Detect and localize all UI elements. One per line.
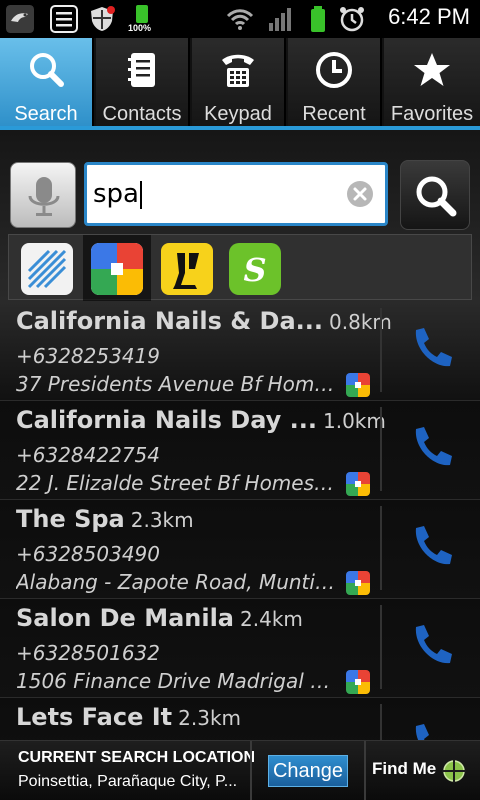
result-address: Alabang - Zapote Road, Muntinlu... — [16, 570, 340, 594]
signal-icon — [269, 8, 291, 31]
wifi-icon — [226, 9, 254, 30]
tab-contacts-label: Contacts — [102, 103, 182, 125]
result-row[interactable]: California Nails & Da... 0.8km +632825341… — [0, 302, 480, 401]
clear-search-button[interactable] — [347, 181, 373, 207]
location-title: CURRENT SEARCH LOCATION — [18, 749, 256, 766]
result-name: Lets Face It — [16, 703, 173, 731]
google-maps-icon[interactable] — [91, 243, 143, 295]
call-phone-icon[interactable] — [404, 421, 458, 475]
tab-recent-label: Recent — [302, 103, 366, 125]
result-name-line: California Nails & Da... 0.8km — [16, 307, 392, 335]
yellow-pages-icon[interactable] — [161, 243, 213, 295]
tab-favorites-label: Favorites — [390, 103, 474, 125]
results-list: California Nails & Da... 0.8km +632825341… — [0, 302, 480, 740]
call-phone-icon[interactable] — [404, 322, 458, 376]
search-input[interactable]: spa — [84, 162, 388, 226]
row-divider — [380, 407, 382, 491]
row-divider — [380, 506, 382, 590]
row-divider — [380, 308, 382, 392]
tab-recent[interactable]: Recent — [288, 38, 382, 130]
row-divider — [380, 704, 382, 740]
star-icon — [414, 53, 450, 86]
battery-icon — [311, 6, 325, 32]
result-name-line: Lets Face It 2.3km — [16, 703, 241, 731]
result-row[interactable]: Salon De Manila 2.4km +6328501632 1506 Fi… — [0, 599, 480, 698]
result-name-line: Salon De Manila 2.4km — [16, 604, 303, 632]
result-address: 37 Presidents Avenue Bf Homes,... — [16, 372, 340, 396]
crosshair-location-icon[interactable] — [441, 758, 467, 784]
battery-percent-label: 100% — [128, 23, 152, 33]
result-distance: 0.8km — [329, 310, 392, 334]
change-location-button[interactable]: Change — [268, 755, 348, 787]
provider-bar: S — [8, 234, 472, 301]
result-address: 22 J. Elizalde Street Bf Homes, P... — [16, 471, 340, 495]
tab-bar: Search Contacts Keypad Recent Favorites — [0, 38, 480, 130]
result-name-line: The Spa 2.3km — [16, 505, 194, 533]
result-name: The Spa — [16, 505, 125, 533]
contacts-book-icon — [128, 53, 155, 87]
search-icon — [30, 53, 64, 87]
find-me-button[interactable]: Find Me — [372, 759, 436, 779]
alarm-icon — [340, 7, 364, 32]
keypad-phone-icon — [222, 54, 254, 87]
clock-icon — [316, 52, 352, 88]
row-divider — [380, 605, 382, 689]
result-row[interactable]: Lets Face It 2.3km — [0, 698, 480, 740]
result-row[interactable]: California Nails Day ... 1.0km +632842275… — [0, 401, 480, 500]
task-manager-icon — [50, 5, 78, 33]
tab-keypad[interactable]: Keypad — [192, 38, 286, 130]
text-caret — [139, 180, 142, 209]
call-phone-icon[interactable] — [404, 520, 458, 574]
green-s-provider-icon[interactable]: S — [229, 243, 281, 295]
location-bar: CURRENT SEARCH LOCATION Poinsettia, Para… — [0, 740, 480, 800]
result-distance: 1.0km — [323, 409, 386, 433]
google-maps-icon — [346, 472, 370, 496]
battery-100-icon: 100% — [128, 5, 156, 33]
status-bar: 100% 6:42 PM — [0, 0, 480, 38]
tab-contacts[interactable]: Contacts — [96, 38, 190, 130]
search-query-text: spa — [93, 179, 139, 209]
bottom-divider — [364, 741, 366, 800]
result-phone: +6328253419 — [16, 344, 161, 368]
tab-search-label: Search — [14, 103, 78, 125]
voice-search-button[interactable] — [10, 162, 76, 228]
call-phone-icon[interactable] — [404, 718, 458, 740]
shield-alert-icon — [91, 6, 115, 31]
tab-favorites[interactable]: Favorites — [384, 38, 480, 130]
location-value: Poinsettia, Parañaque City, P... — [18, 773, 238, 790]
result-name: California Nails Day ... — [16, 406, 317, 434]
result-phone: +6328501632 — [16, 641, 161, 665]
result-distance: 2.4km — [240, 607, 303, 631]
tab-keypad-label: Keypad — [204, 103, 272, 125]
result-address: 1506 Finance Drive Madrigal Bus... — [16, 669, 340, 693]
microphone-icon — [28, 177, 60, 216]
google-maps-icon — [346, 571, 370, 595]
clock-time: 6:42 PM — [388, 4, 470, 29]
result-name: California Nails & Da... — [16, 307, 324, 335]
google-maps-icon — [346, 670, 370, 694]
result-distance: 2.3km — [178, 706, 242, 730]
result-phone: +6328422754 — [16, 443, 161, 467]
result-name: Salon De Manila — [16, 604, 235, 632]
svg-text:S: S — [243, 251, 266, 289]
bird-notification-icon — [6, 5, 34, 33]
result-phone: +6328503490 — [16, 542, 161, 566]
search-panel: spa S — [0, 130, 480, 302]
clear-x-icon — [353, 187, 367, 201]
google-maps-icon — [346, 373, 370, 397]
tab-search[interactable]: Search — [0, 38, 94, 130]
magnifier-icon — [416, 176, 457, 217]
result-distance: 2.3km — [130, 508, 194, 532]
bottom-divider — [250, 741, 252, 800]
call-phone-icon[interactable] — [404, 619, 458, 673]
search-button[interactable] — [400, 160, 470, 230]
stripes-provider-icon[interactable] — [21, 243, 73, 295]
result-row[interactable]: The Spa 2.3km +6328503490 Alabang - Zapot… — [0, 500, 480, 599]
result-name-line: California Nails Day ... 1.0km — [16, 406, 386, 434]
